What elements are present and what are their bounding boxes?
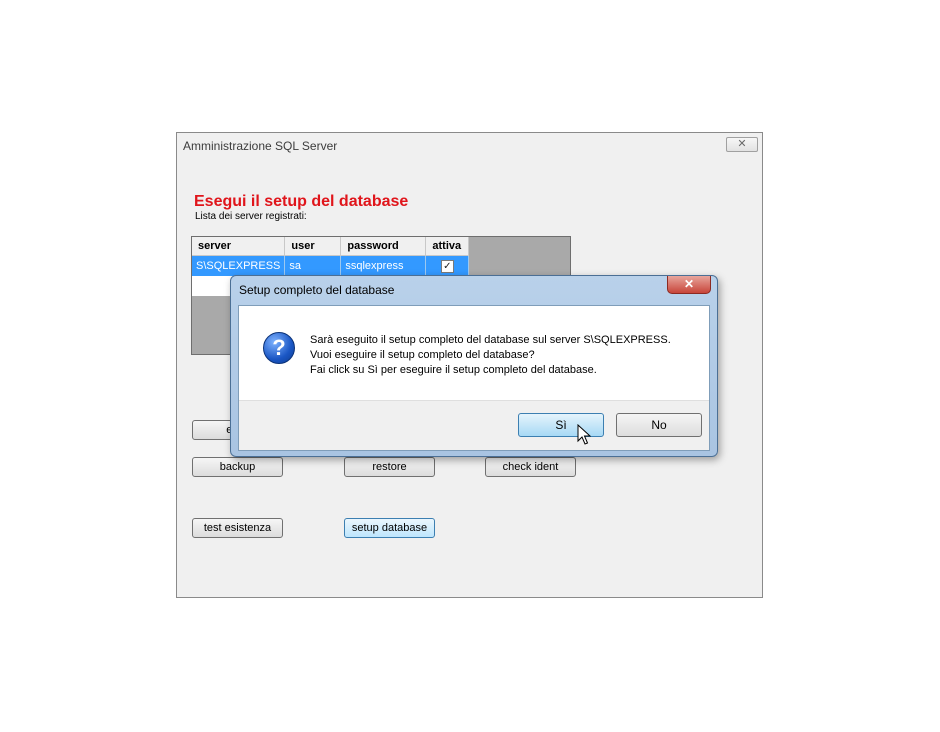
backup-button[interactable]: backup: [192, 457, 283, 477]
cell-attiva[interactable]: ✓: [425, 255, 470, 276]
no-button[interactable]: No: [616, 413, 702, 437]
main-window-title: Amministrazione SQL Server: [183, 139, 338, 153]
check-ident-button[interactable]: check ident: [485, 457, 576, 477]
main-close-button[interactable]: ✕: [726, 137, 758, 152]
server-list-label: Lista dei server registrati:: [195, 211, 307, 222]
dialog-close-button[interactable]: ✕: [667, 276, 711, 294]
table-row[interactable]: S\SQLEXPRESS sa ssqlexpress ✓: [192, 255, 470, 276]
question-icon: ?: [263, 332, 295, 364]
setup-dialog: Setup completo del database ✕ ? Sarà ese…: [230, 275, 718, 457]
grid-header-row: server user password attiva: [192, 237, 470, 256]
cell-user[interactable]: sa: [284, 255, 342, 276]
page-heading: Esegui il setup del database: [194, 193, 409, 210]
column-header-user[interactable]: user: [284, 237, 342, 256]
dialog-body: ? Sarà eseguito il setup completo del da…: [238, 305, 710, 451]
cell-server[interactable]: S\SQLEXPRESS: [192, 255, 286, 276]
dialog-message: Sarà eseguito il setup completo del data…: [310, 333, 671, 378]
cell-password[interactable]: ssqlexpress: [340, 255, 427, 276]
message-line: Fai click su Sì per eseguire il setup co…: [310, 364, 597, 376]
dialog-footer: Sì No: [239, 400, 709, 450]
column-header-password[interactable]: password: [340, 237, 427, 256]
column-header-server[interactable]: server: [192, 237, 286, 256]
setup-database-button[interactable]: setup database: [344, 518, 435, 538]
yes-button[interactable]: Sì: [518, 413, 604, 437]
dialog-title: Setup completo del database: [239, 283, 395, 297]
attiva-checkbox[interactable]: ✓: [440, 259, 454, 273]
mouse-cursor-icon: [577, 424, 591, 445]
restore-button[interactable]: restore: [344, 457, 435, 477]
test-esistenza-button[interactable]: test esistenza: [192, 518, 283, 538]
column-header-attiva[interactable]: attiva: [425, 237, 470, 256]
message-line: Vuoi eseguire il setup completo del data…: [310, 349, 535, 361]
message-line: Sarà eseguito il setup completo del data…: [310, 334, 671, 346]
